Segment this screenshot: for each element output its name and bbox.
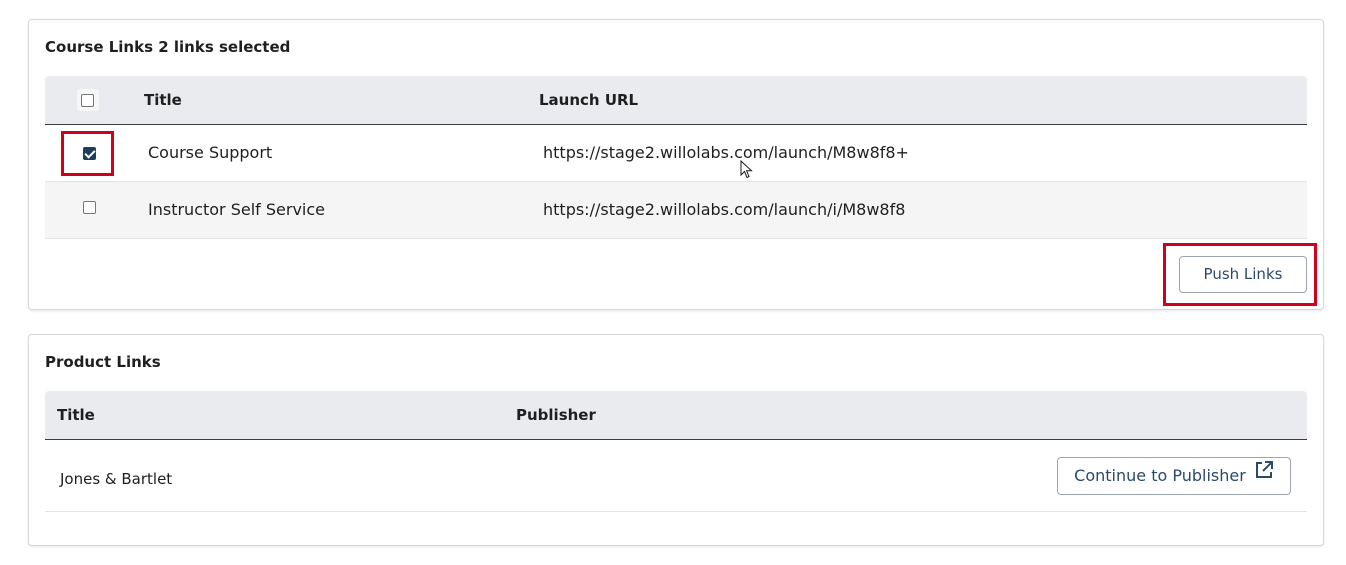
- column-header-title[interactable]: Title: [57, 406, 95, 424]
- table-row[interactable]: Instructor Self Service https://stage2.w…: [45, 182, 1307, 239]
- course-links-card: Course Links 2 links selected Title Laun…: [28, 19, 1324, 310]
- continue-to-publisher-label: Continue to Publisher: [1074, 466, 1246, 485]
- continue-to-publisher-button[interactable]: Continue to Publisher: [1057, 457, 1291, 495]
- table-header: Title Launch URL: [45, 76, 1307, 125]
- row-title: Course Support: [148, 143, 273, 162]
- course-links-title: Course Links 2 links selected: [45, 38, 291, 56]
- product-links-table: Title Publisher Jones & Bartlet Continue…: [45, 391, 1307, 512]
- table-header: Title Publisher: [45, 391, 1307, 440]
- row-launch-url: https://stage2.willolabs.com/launch/M8w8…: [543, 143, 909, 162]
- select-all-checkbox[interactable]: [81, 94, 94, 107]
- checkbox-highlight-box: [61, 131, 114, 176]
- mouse-cursor-icon: [740, 160, 753, 179]
- row-launch-url: https://stage2.willolabs.com/launch/i/M8…: [543, 200, 906, 219]
- table-row[interactable]: Course Support https://stage2.willolabs.…: [45, 125, 1307, 182]
- select-all-checkbox-wrapper: [77, 89, 99, 111]
- column-header-launch-url[interactable]: Launch URL: [539, 91, 638, 109]
- table-row: Jones & Bartlet Continue to Publisher: [45, 440, 1307, 512]
- row-checkbox[interactable]: [83, 201, 96, 214]
- product-title: Jones & Bartlet: [60, 470, 173, 488]
- row-title: Instructor Self Service: [148, 200, 326, 219]
- column-header-publisher[interactable]: Publisher: [516, 406, 596, 424]
- product-links-title: Product Links: [45, 353, 161, 371]
- external-link-icon: [1254, 457, 1274, 493]
- column-header-title[interactable]: Title: [144, 91, 182, 109]
- course-links-table: Title Launch URL Course Support https://…: [45, 76, 1307, 239]
- push-links-highlight-box: [1163, 243, 1317, 306]
- product-links-card: Product Links Title Publisher Jones & Ba…: [28, 334, 1324, 546]
